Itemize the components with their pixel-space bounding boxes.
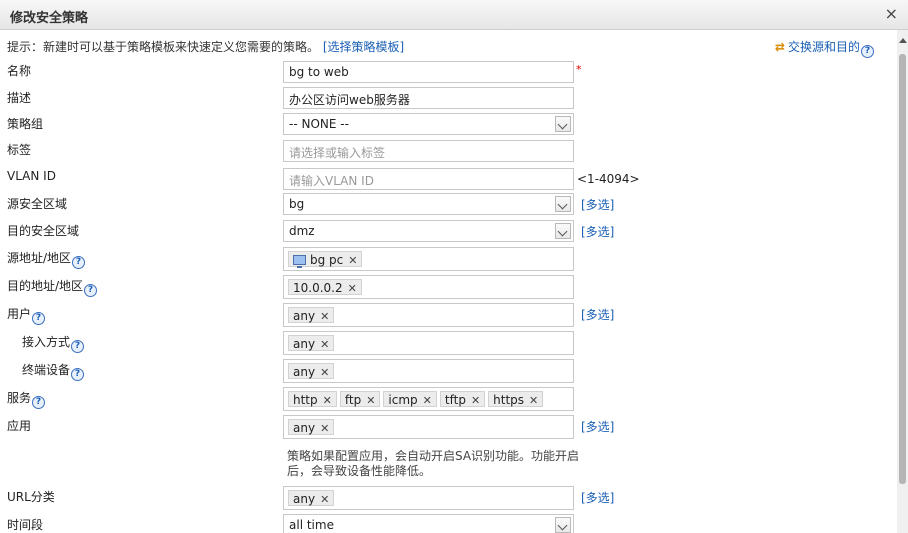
tags-input[interactable]: 请选择或输入标签 [283, 140, 574, 162]
help-icon[interactable]: ? [72, 256, 86, 269]
remove-tag-icon[interactable]: ✕ [423, 394, 432, 407]
terminal-label: 终端设备? [22, 361, 85, 381]
access-mode-tag: any ✕ [288, 335, 335, 351]
description-label: 描述 [7, 91, 32, 105]
remove-tag-icon[interactable]: ✕ [320, 422, 329, 435]
schedule-select[interactable]: all time [283, 514, 574, 533]
remove-tag-icon[interactable]: ✕ [348, 282, 357, 295]
vlan-label: VLAN ID [7, 169, 56, 183]
application-multi-link[interactable]: [多选] [581, 418, 614, 435]
dst-zone-value: dmz [289, 224, 315, 238]
remove-tag-icon[interactable]: ✕ [320, 366, 329, 379]
url-category-label: URL分类 [7, 490, 55, 504]
remove-tag-icon[interactable]: ✕ [320, 493, 329, 506]
address-tag: 10.0.0.2 ✕ [288, 279, 362, 295]
chevron-down-icon[interactable] [555, 517, 571, 533]
application-tagbox[interactable]: any ✕ [283, 415, 574, 439]
tags-label: 标签 [7, 143, 32, 157]
vlan-range-hint: <1-4094> [577, 172, 640, 186]
chevron-down-icon[interactable] [555, 116, 571, 132]
src-zone-value: bg [289, 197, 305, 211]
template-hint: 提示：新建时可以基于策略模板来快速定义您需要的策略。 [选择策略模板] [7, 38, 404, 55]
src-zone-multi-link[interactable]: [多选] [581, 196, 614, 213]
src-addr-tagbox[interactable]: bg pc ✕ [283, 247, 574, 271]
url-category-multi-link[interactable]: [多选] [581, 489, 614, 506]
name-label: 名称 [7, 64, 32, 78]
policy-group-label: 策略组 [7, 117, 44, 131]
remove-tag-icon[interactable]: ✕ [323, 394, 332, 407]
dst-addr-tagbox[interactable]: 10.0.0.2 ✕ [283, 275, 574, 299]
service-tag: https ✕ [488, 391, 544, 407]
dst-zone-label: 目的安全区域 [7, 224, 80, 238]
src-zone-select[interactable]: bg [283, 193, 574, 215]
service-label: 服务? [7, 389, 46, 409]
scrollbar-thumb[interactable] [899, 54, 906, 484]
help-icon[interactable]: ? [71, 340, 85, 353]
user-multi-link[interactable]: [多选] [581, 306, 614, 323]
help-icon[interactable]: ? [32, 312, 46, 325]
help-icon[interactable]: ? [71, 368, 85, 381]
user-tagbox[interactable]: any ✕ [283, 303, 574, 327]
chevron-down-icon[interactable] [555, 223, 571, 239]
dialog-title: 修改安全策略 [10, 11, 89, 26]
policy-group-value: -- NONE -- [289, 117, 349, 131]
close-icon[interactable]: × [885, 5, 898, 23]
url-category-tagbox[interactable]: any ✕ [283, 486, 574, 510]
required-marker: * [576, 63, 582, 76]
help-icon[interactable]: ? [84, 284, 98, 297]
remove-tag-icon[interactable]: ✕ [320, 338, 329, 351]
remove-tag-icon[interactable]: ✕ [348, 254, 357, 267]
dst-zone-select[interactable]: dmz [283, 220, 574, 242]
service-tag: tftp ✕ [439, 391, 486, 407]
scroll-up-icon[interactable] [899, 38, 907, 43]
remove-tag-icon[interactable]: ✕ [366, 394, 375, 407]
swap-icon: ⇄ [774, 40, 785, 54]
application-note: 策略如果配置应用，会自动开启SA识别功能。功能开启后，会导致设备性能降低。 [287, 449, 580, 478]
user-tag: any ✕ [288, 307, 335, 323]
service-tag: icmp ✕ [383, 391, 437, 407]
dst-zone-multi-link[interactable]: [多选] [581, 223, 614, 240]
remove-tag-icon[interactable]: ✕ [529, 394, 538, 407]
edit-security-policy-dialog: 修改安全策略 × 提示：新建时可以基于策略模板来快速定义您需要的策略。 [选择策… [0, 0, 908, 533]
remove-tag-icon[interactable]: ✕ [471, 394, 480, 407]
service-tagbox[interactable]: http ✕ ftp ✕ icmp ✕ tftp ✕ https ✕ [283, 387, 574, 411]
dialog-titlebar: 修改安全策略 × [0, 0, 908, 30]
remove-tag-icon[interactable]: ✕ [320, 310, 329, 323]
hint-text: 提示：新建时可以基于策略模板来快速定义您需要的策略。 [7, 40, 320, 54]
name-input[interactable]: bg to web [283, 61, 574, 83]
service-tag: ftp ✕ [339, 391, 381, 407]
computer-icon [293, 255, 306, 268]
swap-src-dst-link[interactable]: 交换源和目的 [788, 40, 860, 54]
dst-addr-label: 目的地址/地区? [7, 277, 98, 297]
terminal-tagbox[interactable]: any ✕ [283, 359, 574, 383]
dialog-body: 提示：新建时可以基于策略模板来快速定义您需要的策略。 [选择策略模板] ⇄ 交换源… [0, 30, 897, 533]
schedule-value: all time [289, 518, 334, 532]
help-icon[interactable]: ? [861, 45, 874, 58]
swap-src-dst[interactable]: ⇄ 交换源和目的? [775, 38, 874, 58]
src-zone-label: 源安全区域 [7, 197, 68, 211]
vertical-scrollbar[interactable] [897, 30, 908, 533]
service-tag: http ✕ [288, 391, 337, 407]
access-mode-label: 接入方式? [22, 333, 85, 353]
policy-group-select[interactable]: -- NONE -- [283, 113, 574, 135]
application-label: 应用 [7, 419, 32, 433]
select-template-link[interactable]: [选择策略模板] [323, 40, 404, 54]
url-category-tag: any ✕ [288, 490, 335, 506]
help-icon[interactable]: ? [32, 396, 46, 409]
terminal-tag: any ✕ [288, 363, 335, 379]
chevron-down-icon[interactable] [555, 196, 571, 212]
address-tag: bg pc ✕ [288, 251, 363, 268]
src-addr-label: 源地址/地区? [7, 249, 86, 269]
description-input[interactable]: 办公区访问web服务器 [283, 87, 574, 109]
access-mode-tagbox[interactable]: any ✕ [283, 331, 574, 355]
schedule-label: 时间段 [7, 518, 44, 532]
application-tag: any ✕ [288, 419, 335, 435]
vlan-input[interactable]: 请输入VLAN ID [283, 168, 574, 190]
user-label: 用户? [7, 305, 46, 325]
